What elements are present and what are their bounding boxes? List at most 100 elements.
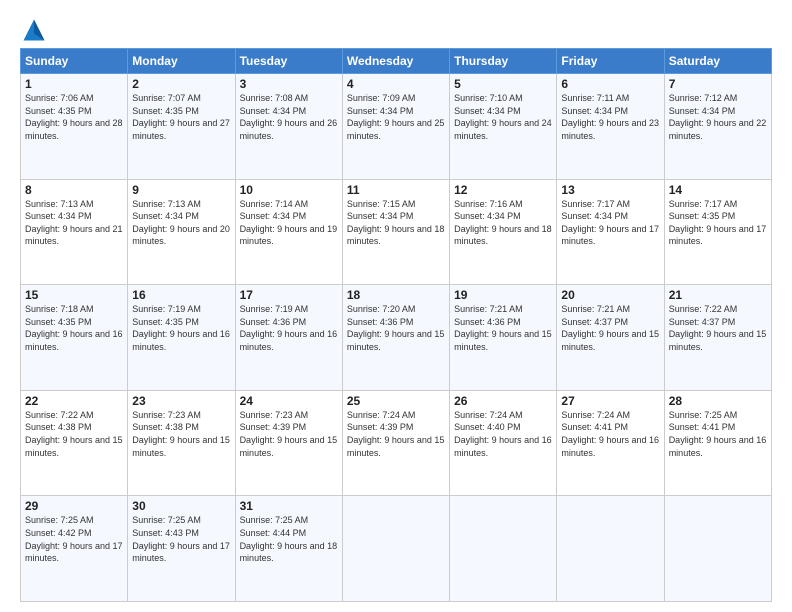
calendar-cell: 27Sunrise: 7:24 AMSunset: 4:41 PMDayligh… (557, 390, 664, 496)
day-number: 13 (561, 183, 659, 197)
day-info: Sunrise: 7:07 AMSunset: 4:35 PMDaylight:… (132, 92, 230, 142)
day-number: 9 (132, 183, 230, 197)
calendar-cell: 7Sunrise: 7:12 AMSunset: 4:34 PMDaylight… (664, 74, 771, 180)
day-number: 23 (132, 394, 230, 408)
day-info: Sunrise: 7:21 AMSunset: 4:37 PMDaylight:… (561, 303, 659, 353)
calendar: SundayMondayTuesdayWednesdayThursdayFrid… (20, 48, 772, 602)
calendar-cell: 23Sunrise: 7:23 AMSunset: 4:38 PMDayligh… (128, 390, 235, 496)
calendar-cell: 1Sunrise: 7:06 AMSunset: 4:35 PMDaylight… (21, 74, 128, 180)
calendar-cell: 29Sunrise: 7:25 AMSunset: 4:42 PMDayligh… (21, 496, 128, 602)
calendar-cell: 21Sunrise: 7:22 AMSunset: 4:37 PMDayligh… (664, 285, 771, 391)
day-number: 1 (25, 77, 123, 91)
calendar-cell: 12Sunrise: 7:16 AMSunset: 4:34 PMDayligh… (450, 179, 557, 285)
calendar-cell: 10Sunrise: 7:14 AMSunset: 4:34 PMDayligh… (235, 179, 342, 285)
calendar-cell: 17Sunrise: 7:19 AMSunset: 4:36 PMDayligh… (235, 285, 342, 391)
day-info: Sunrise: 7:15 AMSunset: 4:34 PMDaylight:… (347, 198, 445, 248)
day-info: Sunrise: 7:16 AMSunset: 4:34 PMDaylight:… (454, 198, 552, 248)
calendar-week-row: 8Sunrise: 7:13 AMSunset: 4:34 PMDaylight… (21, 179, 772, 285)
weekday-header: Saturday (664, 49, 771, 74)
day-info: Sunrise: 7:18 AMSunset: 4:35 PMDaylight:… (25, 303, 123, 353)
day-info: Sunrise: 7:17 AMSunset: 4:34 PMDaylight:… (561, 198, 659, 248)
day-info: Sunrise: 7:12 AMSunset: 4:34 PMDaylight:… (669, 92, 767, 142)
day-number: 15 (25, 288, 123, 302)
day-info: Sunrise: 7:08 AMSunset: 4:34 PMDaylight:… (240, 92, 338, 142)
day-number: 5 (454, 77, 552, 91)
day-info: Sunrise: 7:10 AMSunset: 4:34 PMDaylight:… (454, 92, 552, 142)
day-number: 24 (240, 394, 338, 408)
calendar-body: 1Sunrise: 7:06 AMSunset: 4:35 PMDaylight… (21, 74, 772, 602)
weekday-header: Monday (128, 49, 235, 74)
calendar-cell: 20Sunrise: 7:21 AMSunset: 4:37 PMDayligh… (557, 285, 664, 391)
calendar-cell (342, 496, 449, 602)
day-info: Sunrise: 7:24 AMSunset: 4:39 PMDaylight:… (347, 409, 445, 459)
day-info: Sunrise: 7:13 AMSunset: 4:34 PMDaylight:… (25, 198, 123, 248)
day-number: 28 (669, 394, 767, 408)
day-number: 22 (25, 394, 123, 408)
calendar-cell: 15Sunrise: 7:18 AMSunset: 4:35 PMDayligh… (21, 285, 128, 391)
day-info: Sunrise: 7:13 AMSunset: 4:34 PMDaylight:… (132, 198, 230, 248)
day-info: Sunrise: 7:25 AMSunset: 4:43 PMDaylight:… (132, 514, 230, 564)
day-number: 3 (240, 77, 338, 91)
day-number: 18 (347, 288, 445, 302)
calendar-cell: 8Sunrise: 7:13 AMSunset: 4:34 PMDaylight… (21, 179, 128, 285)
calendar-cell: 24Sunrise: 7:23 AMSunset: 4:39 PMDayligh… (235, 390, 342, 496)
day-number: 8 (25, 183, 123, 197)
day-number: 14 (669, 183, 767, 197)
calendar-cell: 25Sunrise: 7:24 AMSunset: 4:39 PMDayligh… (342, 390, 449, 496)
day-info: Sunrise: 7:24 AMSunset: 4:41 PMDaylight:… (561, 409, 659, 459)
day-number: 21 (669, 288, 767, 302)
day-number: 26 (454, 394, 552, 408)
calendar-cell: 30Sunrise: 7:25 AMSunset: 4:43 PMDayligh… (128, 496, 235, 602)
day-info: Sunrise: 7:14 AMSunset: 4:34 PMDaylight:… (240, 198, 338, 248)
day-number: 19 (454, 288, 552, 302)
calendar-week-row: 29Sunrise: 7:25 AMSunset: 4:42 PMDayligh… (21, 496, 772, 602)
calendar-cell: 2Sunrise: 7:07 AMSunset: 4:35 PMDaylight… (128, 74, 235, 180)
day-info: Sunrise: 7:20 AMSunset: 4:36 PMDaylight:… (347, 303, 445, 353)
day-number: 29 (25, 499, 123, 513)
day-number: 4 (347, 77, 445, 91)
day-number: 11 (347, 183, 445, 197)
day-info: Sunrise: 7:19 AMSunset: 4:35 PMDaylight:… (132, 303, 230, 353)
weekday-header: Tuesday (235, 49, 342, 74)
day-number: 27 (561, 394, 659, 408)
weekday-header: Thursday (450, 49, 557, 74)
day-info: Sunrise: 7:06 AMSunset: 4:35 PMDaylight:… (25, 92, 123, 142)
weekday-header: Friday (557, 49, 664, 74)
day-info: Sunrise: 7:22 AMSunset: 4:38 PMDaylight:… (25, 409, 123, 459)
day-info: Sunrise: 7:11 AMSunset: 4:34 PMDaylight:… (561, 92, 659, 142)
day-info: Sunrise: 7:25 AMSunset: 4:42 PMDaylight:… (25, 514, 123, 564)
header (20, 16, 772, 44)
calendar-cell: 26Sunrise: 7:24 AMSunset: 4:40 PMDayligh… (450, 390, 557, 496)
calendar-cell: 9Sunrise: 7:13 AMSunset: 4:34 PMDaylight… (128, 179, 235, 285)
day-info: Sunrise: 7:22 AMSunset: 4:37 PMDaylight:… (669, 303, 767, 353)
day-info: Sunrise: 7:09 AMSunset: 4:34 PMDaylight:… (347, 92, 445, 142)
calendar-header: SundayMondayTuesdayWednesdayThursdayFrid… (21, 49, 772, 74)
calendar-week-row: 1Sunrise: 7:06 AMSunset: 4:35 PMDaylight… (21, 74, 772, 180)
day-info: Sunrise: 7:19 AMSunset: 4:36 PMDaylight:… (240, 303, 338, 353)
day-info: Sunrise: 7:25 AMSunset: 4:41 PMDaylight:… (669, 409, 767, 459)
weekday-row: SundayMondayTuesdayWednesdayThursdayFrid… (21, 49, 772, 74)
day-info: Sunrise: 7:23 AMSunset: 4:39 PMDaylight:… (240, 409, 338, 459)
calendar-cell: 16Sunrise: 7:19 AMSunset: 4:35 PMDayligh… (128, 285, 235, 391)
calendar-cell: 28Sunrise: 7:25 AMSunset: 4:41 PMDayligh… (664, 390, 771, 496)
calendar-cell: 14Sunrise: 7:17 AMSunset: 4:35 PMDayligh… (664, 179, 771, 285)
day-number: 6 (561, 77, 659, 91)
calendar-cell: 6Sunrise: 7:11 AMSunset: 4:34 PMDaylight… (557, 74, 664, 180)
calendar-cell (664, 496, 771, 602)
day-number: 12 (454, 183, 552, 197)
logo-icon (20, 16, 48, 44)
day-info: Sunrise: 7:17 AMSunset: 4:35 PMDaylight:… (669, 198, 767, 248)
calendar-cell: 19Sunrise: 7:21 AMSunset: 4:36 PMDayligh… (450, 285, 557, 391)
calendar-cell: 11Sunrise: 7:15 AMSunset: 4:34 PMDayligh… (342, 179, 449, 285)
day-info: Sunrise: 7:23 AMSunset: 4:38 PMDaylight:… (132, 409, 230, 459)
logo (20, 16, 52, 44)
day-info: Sunrise: 7:25 AMSunset: 4:44 PMDaylight:… (240, 514, 338, 564)
day-number: 2 (132, 77, 230, 91)
calendar-week-row: 22Sunrise: 7:22 AMSunset: 4:38 PMDayligh… (21, 390, 772, 496)
day-number: 7 (669, 77, 767, 91)
page: SundayMondayTuesdayWednesdayThursdayFrid… (0, 0, 792, 612)
day-number: 10 (240, 183, 338, 197)
calendar-cell: 18Sunrise: 7:20 AMSunset: 4:36 PMDayligh… (342, 285, 449, 391)
calendar-cell: 5Sunrise: 7:10 AMSunset: 4:34 PMDaylight… (450, 74, 557, 180)
weekday-header: Sunday (21, 49, 128, 74)
